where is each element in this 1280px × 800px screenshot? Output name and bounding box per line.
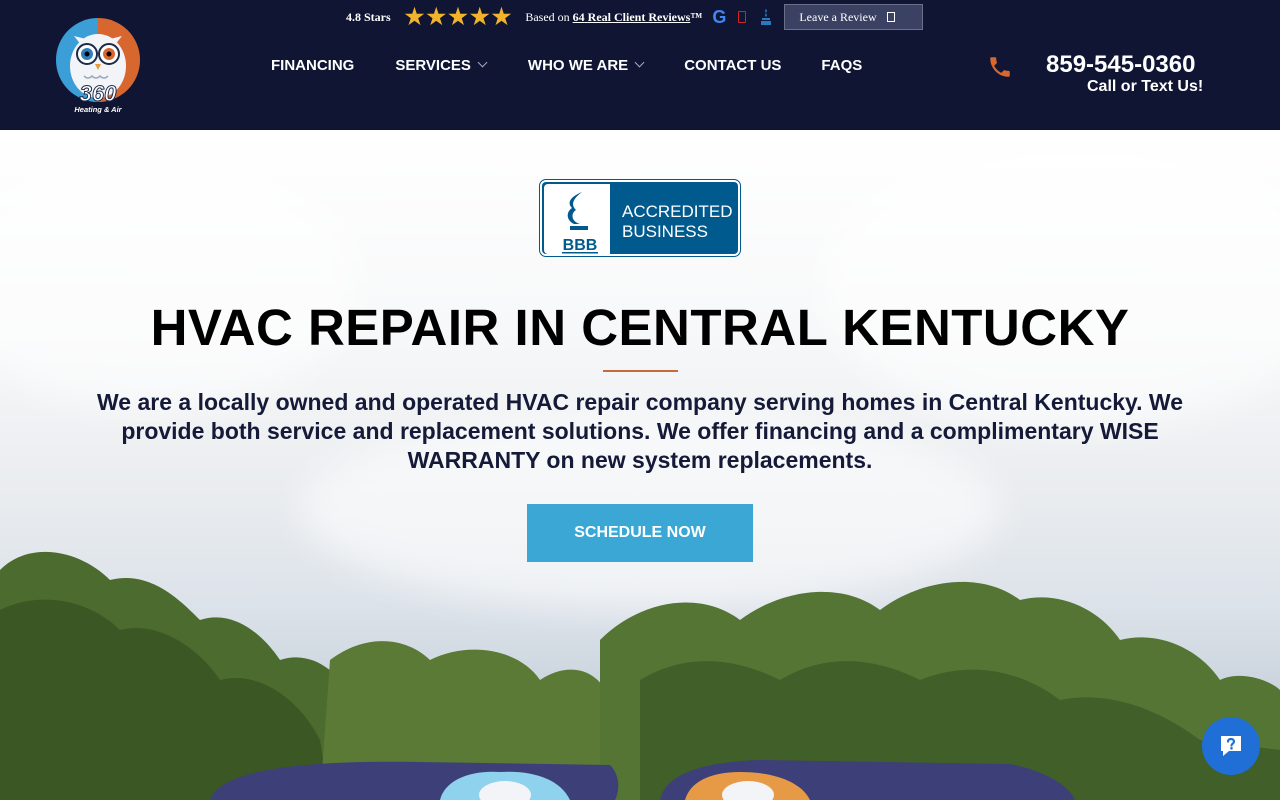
reviews-bar: 4.8 Stars ★ ★ ★ ★ ★ Based on 64 Real Cli…	[346, 4, 924, 30]
chat-question-icon	[1221, 736, 1241, 756]
logo-number: 360	[80, 81, 117, 106]
leave-review-button[interactable]: Leave a Review	[784, 4, 924, 30]
review-count: 64	[572, 9, 585, 24]
bbb-accredited-badge[interactable]: BBB ACCREDITED BUSINESS	[539, 179, 741, 257]
nav-item-financing[interactable]: FINANCING	[271, 57, 354, 74]
external-link-icon	[886, 12, 895, 22]
trademark: ™	[690, 9, 703, 24]
chevron-down-icon	[477, 57, 488, 68]
phone-icon[interactable]	[987, 54, 1013, 80]
yelp-icon[interactable]	[738, 11, 747, 23]
chevron-down-icon	[634, 57, 645, 68]
chat-widget-button[interactable]	[1202, 717, 1260, 775]
bbb-icon[interactable]	[760, 8, 772, 26]
google-icon[interactable]: G	[712, 7, 726, 28]
phone-number[interactable]: 859-545-0360	[1046, 51, 1195, 79]
based-prefix: Based on	[525, 9, 570, 24]
star-icon: ★	[404, 4, 425, 29]
nav-label: CONTACT US	[684, 56, 782, 74]
hero-section: BBB ACCREDITED BUSINESS HVAC REPAIR IN C…	[0, 130, 1280, 800]
logo-tagline: Heating & Air	[74, 105, 122, 114]
phone-subtitle: Call or Text Us!	[1087, 78, 1204, 95]
bbb-badge-text: ACCREDITED BUSINESS	[622, 202, 733, 242]
star-icon: ★	[426, 4, 447, 29]
nav-item-contact-us[interactable]: CONTACT US	[684, 57, 781, 74]
site-header: 360 Heating & Air 4.8 Stars ★ ★ ★ ★ ★ Ba…	[0, 0, 1280, 130]
nav-item-who-we-are[interactable]: WHO WE ARE	[527, 56, 645, 74]
hero-lead-text: We are a locally owned and operated HVAC…	[97, 389, 1183, 473]
title-divider	[603, 370, 678, 372]
review-count-link[interactable]: 64 Real Client Reviews	[573, 10, 691, 24]
owl-logo[interactable]: 360 Heating & Air	[50, 14, 146, 116]
reviews-summary[interactable]: Based on 64 Real Client Reviews™	[525, 10, 702, 25]
star-icon: ★	[469, 4, 490, 29]
star-icon: ★	[448, 4, 468, 29]
bbb-torch-icon: BBB	[562, 192, 598, 254]
sky-cloud	[820, 130, 1280, 430]
sky-cloud	[0, 150, 360, 410]
based-suffix: Real Client Reviews	[587, 9, 691, 24]
leave-review-label: Leave a Review	[799, 9, 877, 24]
nav-label: SERVICES	[395, 56, 471, 74]
schedule-now-button[interactable]: SCHEDULE NOW	[527, 504, 753, 562]
main-nav: FINANCING SERVICES WHO WE ARE CONTACT US…	[271, 55, 862, 75]
badge-line-2: BUSINESS	[622, 222, 708, 241]
bbb-logo: BBB	[544, 184, 610, 254]
page-title: HVAC REPAIR IN CENTRAL KENTUCKY	[150, 299, 1130, 356]
nav-item-services[interactable]: SERVICES	[395, 56, 488, 74]
nav-label: WHO WE ARE	[527, 56, 629, 74]
nav-label: FINANCING	[271, 56, 355, 74]
nav-label: FAQS	[821, 56, 863, 74]
rating-label: 4.8 Stars	[346, 9, 391, 24]
star-icon: ★	[491, 4, 512, 29]
bbb-logo-text: BBB	[563, 237, 598, 254]
nav-item-faqs[interactable]: FAQS	[821, 57, 862, 74]
badge-line-1: ACCREDITED	[622, 202, 733, 221]
trees-and-vans-image	[0, 551, 1280, 800]
